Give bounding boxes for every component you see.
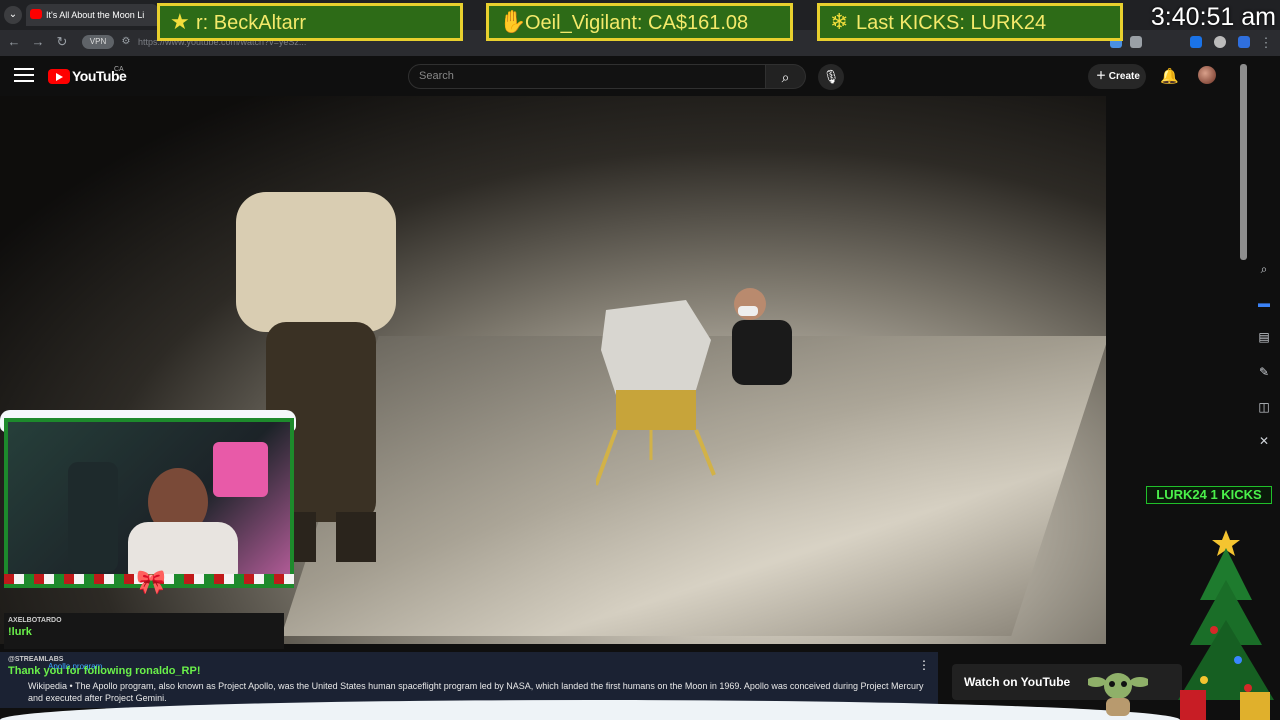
back-icon[interactable]: ← (4, 32, 24, 52)
create-label: Create (1108, 71, 1140, 82)
scrollbar[interactable] (1240, 64, 1247, 260)
chat-text: Thank you for following ronaldo_RP! (8, 665, 201, 677)
sidebar-panel-icon[interactable] (1190, 36, 1202, 48)
baby-yoda-icon (1088, 673, 1148, 716)
webcam-feed (4, 418, 294, 588)
banner-follower-text: r: BeckAltarr (196, 12, 307, 34)
christmas-tree-icon (1178, 530, 1274, 720)
banner-donation-text: Oeil_Vigilant: CA$161.08 (525, 12, 749, 34)
overlay-banner-follower: ★ r: BeckAltarr (157, 3, 463, 41)
chat-message: @STREAMLABS Thank you for following rona… (4, 652, 284, 688)
avatar[interactable] (1198, 66, 1216, 84)
youtube-logo-icon[interactable] (48, 69, 70, 84)
youtube-favicon-icon (30, 9, 42, 19)
forward-icon[interactable]: → (28, 32, 48, 52)
profile-icon[interactable] (1214, 36, 1226, 48)
site-settings-icon[interactable]: ⚙ (116, 32, 136, 52)
search-input[interactable]: Search (408, 64, 766, 89)
chat-username: @STREAMLABS (8, 656, 64, 663)
overlay-banner-kicks: ❄ Last KICKS: LURK24 (817, 3, 1123, 41)
star-icon: ★ (170, 9, 190, 34)
overlay-banner-donation: ✋Oeil_Vigilant: CA$161.08 (486, 3, 793, 41)
notifications-bell-icon[interactable]: 🔔 (1160, 67, 1179, 85)
kicks-counter: LURK24 1 KICKS (1146, 486, 1272, 504)
browser-tab[interactable]: It's All About the Moon Li (26, 4, 158, 26)
search-icon: ⌕ (781, 69, 790, 85)
tools-icon[interactable]: ✕ (1257, 434, 1271, 448)
edit-icon[interactable]: ✎ (1257, 365, 1271, 379)
plus-icon: ＋ (1096, 71, 1109, 82)
lens-search-icon[interactable]: ⌕ (1257, 262, 1271, 276)
hamburger-menu-icon[interactable] (14, 68, 34, 86)
chevron-down-icon[interactable]: ⌄ (4, 6, 22, 24)
person-kneeling-figure (732, 288, 792, 385)
gamepad-icon[interactable]: ◫ (1257, 400, 1271, 414)
lunar-module-model (596, 300, 716, 486)
more-vert-icon[interactable]: ⋮ (918, 658, 930, 672)
stream-clock: 3:40:51 am (1150, 3, 1276, 31)
chat-text: !lurk (8, 626, 32, 638)
snowflake-icon: ❄ (830, 9, 849, 34)
messenger-icon[interactable]: ▬ (1257, 296, 1271, 310)
create-button[interactable]: ＋ Create (1088, 64, 1146, 89)
microphone-icon: 🎙 (822, 69, 840, 84)
voice-search-button[interactable]: 🎙 (818, 64, 844, 90)
country-code: CA (114, 66, 124, 73)
vpn-badge[interactable]: VPN (82, 35, 114, 49)
shield-icon[interactable] (1238, 36, 1250, 48)
extensions-puzzle-icon[interactable] (1130, 36, 1142, 48)
chat-username: AXELBOTARDO (8, 617, 62, 624)
reload-icon[interactable]: ↻ (52, 32, 72, 52)
more-vert-icon[interactable]: ⋮ (1256, 33, 1276, 53)
handshake-icon: ✋ (499, 9, 527, 34)
chat-message: AXELBOTARDO !lurk (4, 613, 284, 649)
streamer-figure (68, 442, 268, 584)
search-button[interactable]: ⌕ (766, 64, 806, 89)
banner-kicks-text: Last KICKS: LURK24 (856, 12, 1047, 34)
bow-icon: 🎀 (136, 569, 166, 596)
reader-icon[interactable]: ▤ (1257, 330, 1271, 344)
